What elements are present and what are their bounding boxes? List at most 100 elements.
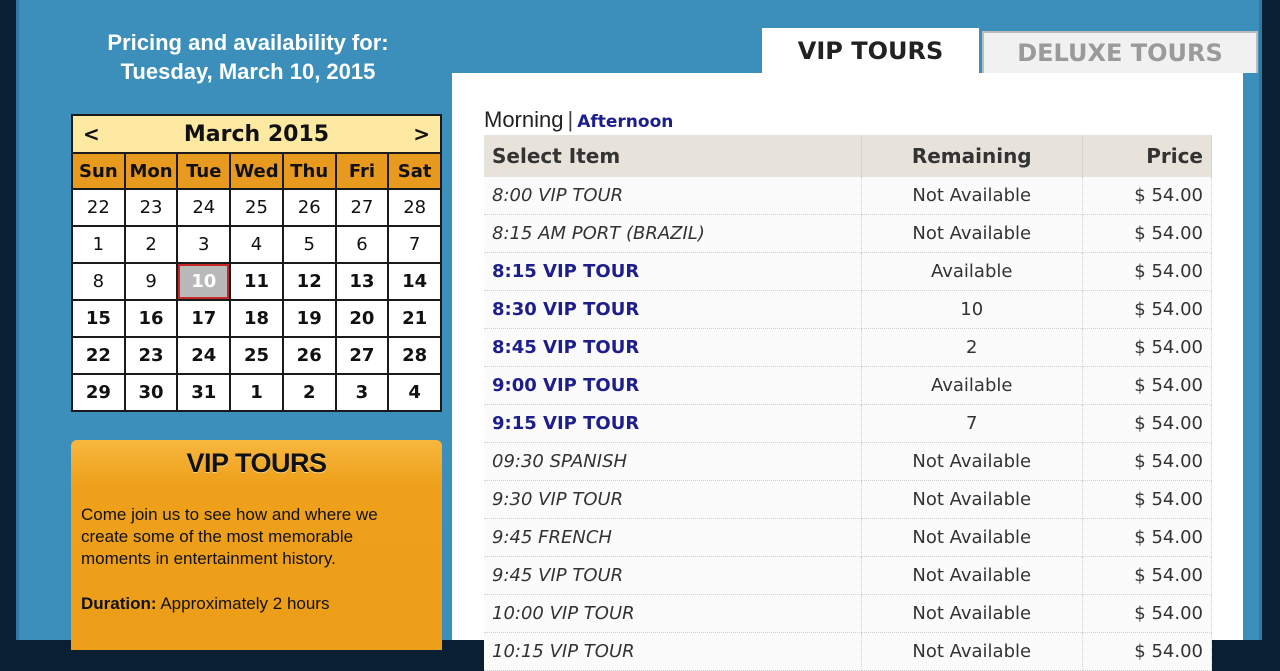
calendar-day[interactable]: 17 [178,301,230,336]
tab-deluxe-tours[interactable]: DELUXE TOURS [982,31,1258,73]
calendar-day[interactable]: 24 [178,190,230,225]
calendar-day[interactable]: 20 [336,301,388,336]
weekday-tue: Tue [178,154,230,188]
weekday-wed: Wed [231,154,282,188]
weekday-thu: Thu [283,154,335,188]
calendar-day[interactable]: 3 [178,227,230,262]
table-header-row: Select Item Remaining Price [484,135,1213,177]
calendar-day[interactable]: 1 [231,375,282,410]
calendar-month-title: March 2015 [183,121,330,147]
calendar-day[interactable]: 6 [336,227,388,262]
calendar-day[interactable]: 29 [73,375,124,410]
price-value: $ 54.00 [1082,442,1213,481]
calendar-day[interactable]: 10 [178,264,230,299]
tour-item-name: 9:45 VIP TOUR [484,556,862,595]
tour-item-link[interactable]: 8:30 VIP TOUR [484,290,862,329]
price-value: $ 54.00 [1082,290,1213,329]
next-month-button[interactable]: > [413,122,430,146]
calendar-day[interactable]: 30 [125,375,177,410]
tab-vip-tours[interactable]: VIP TOURS [762,28,979,73]
table-row[interactable]: 8:45 VIP TOUR 2 $ 54.00 [484,328,1213,367]
calendar-grid: Sun Mon Tue Wed Thu Fri Sat 22 23 24 25 26 27 28 1 2 3 4 5… [73,152,440,410]
tour-item-name: 10:00 VIP TOUR [484,594,862,633]
prev-month-button[interactable]: < [83,122,100,146]
remaining-value: Not Available [861,442,1083,481]
heading-line-2: Tuesday, March 10, 2015 [120,59,376,84]
remaining-value: Not Available [861,556,1083,595]
calendar-day[interactable]: 24 [178,338,230,373]
calendar-day[interactable]: 1 [73,227,124,262]
weekday-sat: Sat [389,154,440,188]
calendar-day[interactable]: 26 [283,338,335,373]
calendar-day[interactable]: 25 [231,338,282,373]
calendar-day[interactable]: 13 [336,264,388,299]
calendar-day[interactable]: 26 [283,190,335,225]
calendar-day[interactable]: 25 [231,190,282,225]
price-value: $ 54.00 [1082,214,1213,253]
tour-item-name: 9:45 FRENCH [484,518,862,557]
daypart-afternoon-link[interactable]: Afternoon [577,112,673,132]
tour-item-link[interactable]: 9:00 VIP TOUR [484,366,862,405]
header-select-item: Select Item [484,135,862,177]
remaining-value: Not Available [861,594,1083,633]
remaining-value: 10 [861,290,1083,329]
promo-title: VIP TOURS [186,448,327,478]
calendar-day[interactable]: 5 [283,227,335,262]
calendar-day[interactable]: 16 [125,301,177,336]
calendar-day[interactable]: 2 [283,375,335,410]
heading-line-1: Pricing and availability for: [107,30,389,55]
tour-item-link[interactable]: 8:45 VIP TOUR [484,328,862,367]
weekday-mon: Mon [125,154,177,188]
tour-item-link[interactable]: 9:15 VIP TOUR [484,404,862,443]
tour-item-name: 10:15 VIP TOUR [484,632,862,671]
remaining-value: 7 [861,404,1083,443]
calendar-day[interactable]: 18 [231,301,282,336]
calendar-day[interactable]: 9 [125,264,177,299]
duration-value: Approximately 2 hours [156,594,330,613]
schedule-table: Select Item Remaining Price 8:00 VIP TOU… [484,135,1213,671]
table-row[interactable]: 8:15 VIP TOUR Available $ 54.00 [484,252,1213,291]
calendar-day[interactable]: 12 [283,264,335,299]
schedule-body: 8:00 VIP TOUR Not Available $ 54.00 8:15 AM… [484,177,1213,671]
calendar-day[interactable]: 11 [231,264,282,299]
calendar-day[interactable]: 14 [389,264,440,299]
calendar-day[interactable]: 8 [73,264,124,299]
remaining-value: Not Available [861,214,1083,253]
calendar-day[interactable]: 7 [389,227,440,262]
calendar: < March 2015 > Sun Mon Tue Wed Thu Fri Sat 22 23… [71,114,442,412]
calendar-day[interactable]: 23 [125,338,177,373]
calendar-day[interactable]: 27 [336,338,388,373]
calendar-day[interactable]: 4 [389,375,440,410]
price-value: $ 54.00 [1082,404,1213,443]
calendar-day[interactable]: 2 [125,227,177,262]
table-row[interactable]: 9:00 VIP TOUR Available $ 54.00 [484,366,1213,405]
calendar-day[interactable]: 28 [389,338,440,373]
daypart-switch: Morning | Afternoon [484,107,673,133]
calendar-day[interactable]: 21 [389,301,440,336]
price-value: $ 54.00 [1082,632,1213,671]
calendar-day[interactable]: 27 [336,190,388,225]
remaining-value: Available [861,366,1083,405]
calendar-day[interactable]: 15 [73,301,124,336]
vip-tours-promo: VIP TOURS Come join us to see how and wh… [71,440,442,650]
calendar-day[interactable]: 22 [73,338,124,373]
price-value: $ 54.00 [1082,366,1213,405]
tour-item-name: 8:00 VIP TOUR [484,177,862,215]
remaining-value: Not Available [861,518,1083,557]
table-row[interactable]: 8:30 VIP TOUR 10 $ 54.00 [484,290,1213,329]
table-row: 9:30 VIP TOUR Not Available $ 54.00 [484,480,1213,519]
calendar-day[interactable]: 19 [283,301,335,336]
table-row[interactable]: 9:15 VIP TOUR 7 $ 54.00 [484,404,1213,443]
tour-item-link[interactable]: 8:15 VIP TOUR [484,252,862,291]
calendar-day[interactable]: 28 [389,190,440,225]
promo-duration: Duration: Approximately 2 hours [81,594,329,614]
calendar-day[interactable]: 22 [73,190,124,225]
daypart-separator: | [567,107,574,132]
tour-item-name: 09:30 SPANISH [484,442,862,481]
table-row: 8:00 VIP TOUR Not Available $ 54.00 [484,177,1213,215]
calendar-day[interactable]: 23 [125,190,177,225]
calendar-day[interactable]: 31 [178,375,230,410]
remaining-value: 2 [861,328,1083,367]
calendar-day[interactable]: 3 [336,375,388,410]
calendar-day[interactable]: 4 [231,227,282,262]
